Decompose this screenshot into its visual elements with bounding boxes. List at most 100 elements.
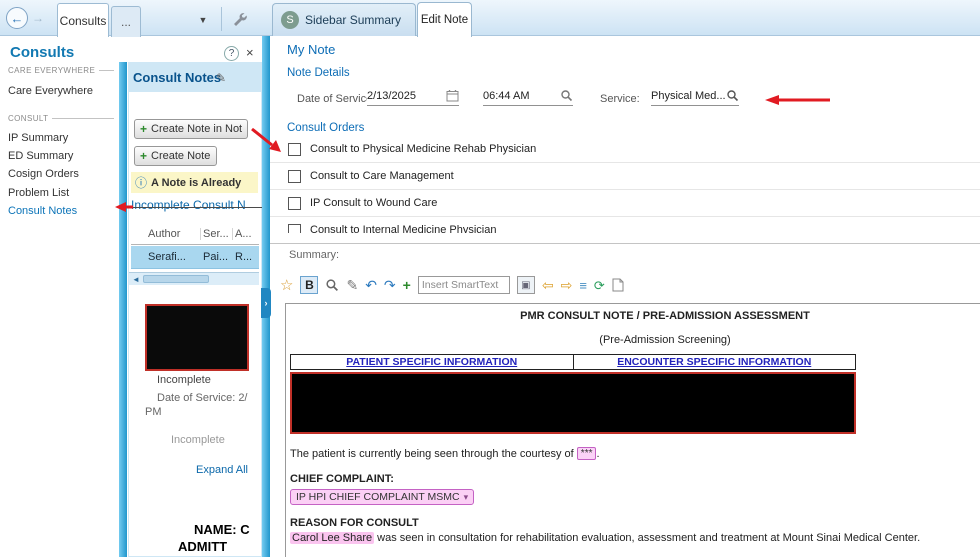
sidebar-item-cosign-orders[interactable]: Cosign Orders	[8, 168, 79, 180]
sidebar-item-care-everywhere[interactable]: Care Everywhere	[8, 85, 93, 97]
order-checkbox-wound-care[interactable]	[288, 196, 301, 210]
info-icon: ⓘ	[135, 176, 148, 190]
create-note-in-notewriter-button[interactable]: + Create Note in Not	[134, 119, 248, 139]
list-icon[interactable]: ≡	[579, 279, 587, 292]
note-date-of-service-line2: PM	[145, 406, 162, 418]
expand-all-link[interactable]: Expand All	[196, 464, 248, 476]
reason-text: was seen in consultation for rehabilitat…	[377, 532, 921, 544]
service-input[interactable]	[651, 89, 726, 102]
tab-edit-note[interactable]: Edit Note	[417, 2, 472, 37]
tab-dropdown-button[interactable]: ▼	[188, 9, 218, 30]
note-preview-name: NAME: C	[194, 522, 250, 537]
horizontal-scrollbar[interactable]: ◄	[129, 272, 259, 285]
wrench-icon	[234, 13, 247, 26]
table-row-selected[interactable]: Serafi... Pai... R...	[131, 246, 259, 269]
column-header-a[interactable]: A...	[233, 228, 259, 240]
scrollbar-thumb[interactable]	[142, 275, 209, 283]
previous-field-icon[interactable]: ⇦	[542, 278, 554, 292]
order-checkbox-internal-medicine[interactable]	[288, 223, 301, 233]
undo-icon[interactable]: ↶	[365, 278, 377, 292]
create-note-button[interactable]: + Create Note	[134, 146, 217, 166]
redo-icon[interactable]: ↷	[384, 278, 396, 292]
note-date-of-service: Date of Service: 2/	[157, 392, 248, 404]
spellcheck-icon[interactable]: ✎	[346, 278, 358, 292]
document-subtitle: (Pre-Admission Screening)	[599, 334, 731, 346]
column-header-service[interactable]: Ser...	[201, 228, 233, 240]
time-input[interactable]	[483, 89, 560, 102]
next-field-icon[interactable]: ⇨	[561, 278, 573, 292]
search-icon[interactable]	[560, 89, 573, 102]
favorite-star-icon[interactable]: ☆	[280, 278, 293, 293]
activity-tab-overflow[interactable]: ...	[111, 6, 141, 37]
sidebar-item-ed-summary[interactable]: ED Summary	[8, 150, 73, 162]
tab-label: Consults	[59, 13, 107, 28]
date-of-service-field	[367, 86, 459, 106]
epic-consults-screen: ← → Consults ... ▼ S Sidebar Summary Edi…	[0, 0, 980, 557]
consult-orders-link[interactable]: Consult Orders	[287, 122, 364, 134]
cell-author: Serafi...	[148, 251, 186, 263]
text-editor-toolbar: ☆ B ✎ ↶ ↷ + ▣ ⇦ ⇨ ≡ ⟳	[280, 272, 975, 298]
provider-name-smartlink[interactable]: Carol Lee Share	[290, 532, 375, 544]
activity-tab-consults[interactable]: Consults	[57, 3, 109, 37]
panel-title: Consult Notes	[133, 70, 222, 85]
tab-label: ...	[120, 15, 131, 29]
order-checkbox-pmr-physician[interactable]	[288, 142, 301, 156]
scroll-left-icon[interactable]: ◄	[129, 275, 143, 284]
period: .	[596, 448, 600, 460]
section-header-care-everywhere: Care Everywhere	[8, 66, 114, 75]
search-icon[interactable]	[726, 89, 739, 102]
order-checkbox-care-management[interactable]	[288, 169, 301, 183]
reason-for-consult-label: REASON FOR CONSULT	[290, 517, 419, 529]
note-text-editor[interactable]: PMR CONSULT NOTE / PRE-ADMISSION ASSESSM…	[285, 303, 980, 557]
wildcard-smartlist[interactable]: ***	[576, 447, 597, 460]
section-header-label: Consult	[8, 114, 49, 123]
calendar-icon[interactable]	[446, 89, 459, 102]
close-button[interactable]: ×	[246, 45, 254, 60]
pencil-icon[interactable]: ✎	[216, 71, 226, 85]
sidebar-item-consult-notes[interactable]: Consult Notes	[8, 205, 77, 217]
order-row: IP Consult to Wound Care	[270, 190, 980, 217]
note-status-secondary: Incomplete	[171, 434, 225, 446]
divider	[52, 118, 114, 119]
bold-button[interactable]: B	[300, 276, 319, 294]
column-header-author[interactable]: Author	[145, 228, 201, 240]
tab-sidebar-summary[interactable]: S Sidebar Summary	[272, 3, 416, 36]
smarttext-browse-button[interactable]: ▣	[516, 276, 535, 294]
redacted-patient-photo	[145, 304, 249, 371]
note-preview-admit: ADMITT	[178, 539, 228, 554]
zoom-icon[interactable]	[325, 278, 339, 292]
consult-orders-list: Consult to Physical Medicine Rehab Physi…	[270, 136, 980, 233]
wrench-settings-button[interactable]	[228, 8, 250, 30]
document-title: PMR CONSULT NOTE / PRE-ADMISSION ASSESSM…	[520, 310, 810, 322]
chevron-down-icon: ▼	[198, 14, 208, 25]
page-title: Consults	[10, 44, 75, 61]
forward-button[interactable]: →	[32, 11, 44, 25]
order-label: IP Consult to Wound Care	[310, 197, 438, 209]
chevron-right-icon: ›	[264, 298, 268, 308]
sidebar-item-problem-list[interactable]: Problem List	[8, 187, 69, 199]
cell-a: R...	[235, 251, 253, 263]
note-details-link[interactable]: Note Details	[287, 67, 350, 79]
section-header-label: Care Everywhere	[8, 66, 96, 75]
tab-label: Edit Note	[420, 14, 469, 26]
table-header-encounter-info: ENCOUNTER SPECIFIC INFORMATION	[572, 354, 856, 370]
sidebar-item-ip-summary[interactable]: IP Summary	[8, 132, 68, 144]
divider	[128, 207, 262, 208]
order-row: Consult to Care Management	[270, 163, 980, 190]
add-icon[interactable]: +	[403, 278, 411, 292]
date-input[interactable]	[367, 89, 446, 102]
refresh-icon[interactable]: ⟳	[594, 279, 605, 292]
panel-collapse-handle[interactable]: ›	[261, 288, 271, 318]
chief-complaint-smartlink[interactable]: IP HPI CHIEF COMPLAINT MSMC ▾	[290, 489, 475, 505]
close-icon: ×	[246, 45, 254, 60]
insert-smarttext-input[interactable]	[417, 276, 510, 294]
service-field	[651, 86, 739, 106]
avatar: S	[281, 11, 299, 29]
sidebar-scrollbar[interactable]	[119, 62, 127, 557]
incomplete-notes-header[interactable]: Incomplete Consult N	[131, 198, 259, 212]
back-button[interactable]: ←	[6, 7, 28, 29]
help-button[interactable]: ?	[224, 46, 239, 61]
plus-icon: +	[140, 122, 148, 136]
divider	[270, 243, 980, 244]
document-icon[interactable]	[612, 278, 624, 292]
